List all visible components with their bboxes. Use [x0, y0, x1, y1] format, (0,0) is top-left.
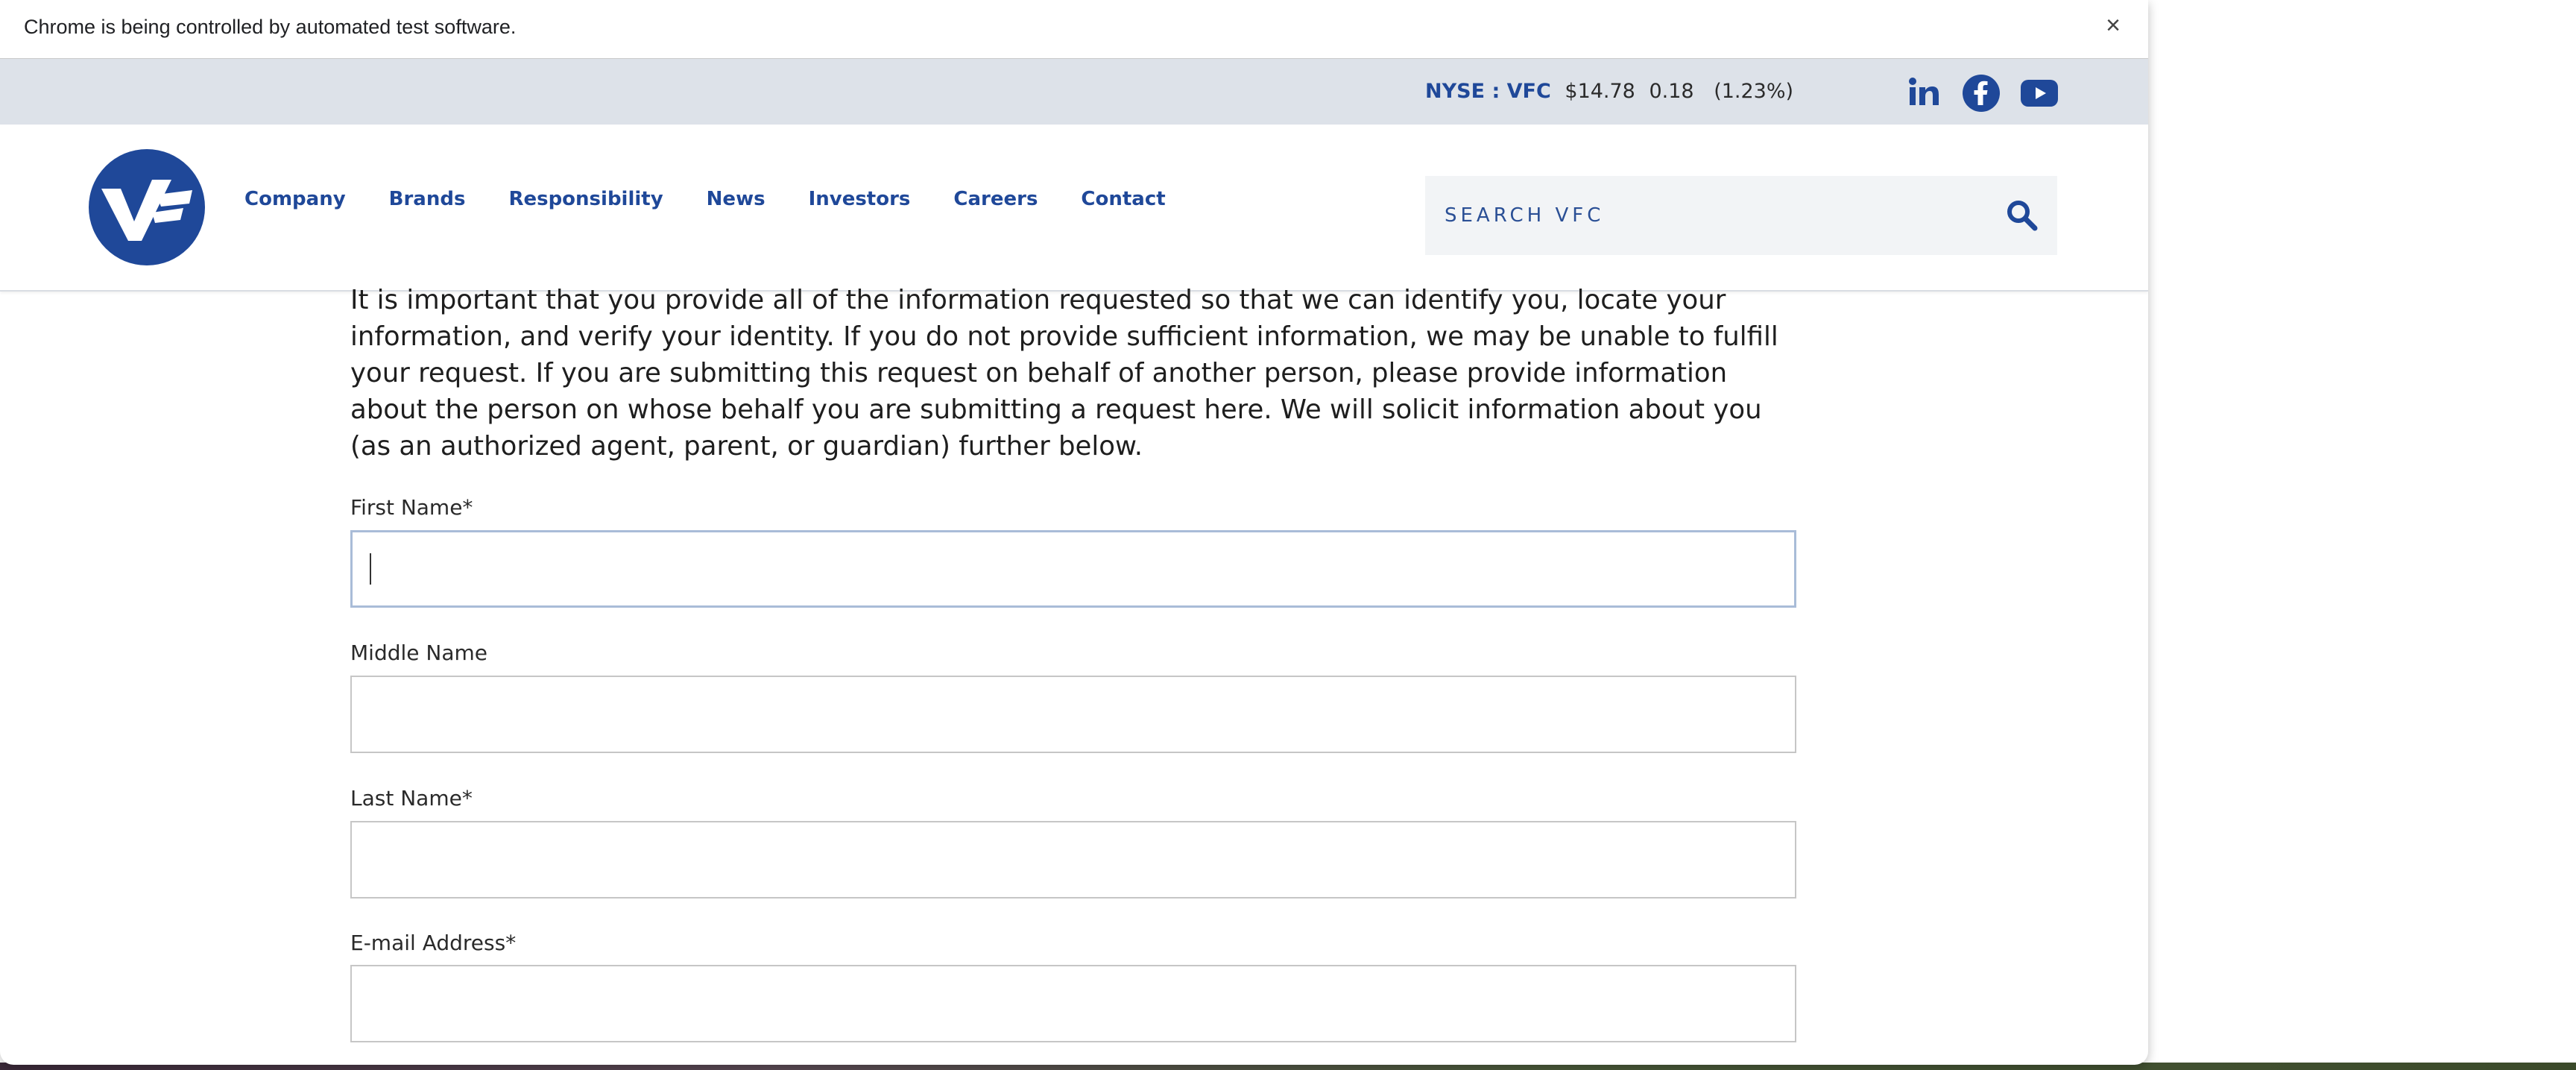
- search-icon[interactable]: [2005, 198, 2039, 233]
- first-name-label: First Name*: [350, 495, 473, 520]
- stock-symbol: NYSE : VFC: [1425, 80, 1551, 103]
- stock-change: 0.18: [1649, 80, 1694, 103]
- nav-item-contact[interactable]: Contact: [1081, 186, 1165, 213]
- last-name-label: Last Name*: [350, 786, 473, 811]
- nav-item-investors[interactable]: Investors: [809, 186, 911, 213]
- nav-item-brands[interactable]: Brands: [389, 186, 466, 213]
- stock-quote: NYSE : VFC $14.78 0.18 (1.23%): [1425, 78, 1793, 105]
- middle-name-label: Middle Name: [350, 641, 487, 665]
- linkedin-icon[interactable]: [1905, 74, 1944, 113]
- stock-bar: NYSE : VFC $14.78 0.18 (1.23%): [0, 59, 2148, 125]
- nav-item-responsibility[interactable]: Responsibility: [508, 186, 663, 213]
- first-name-field[interactable]: [350, 530, 1796, 608]
- automation-infobar: Chrome is being controlled by automated …: [0, 0, 2148, 59]
- nav-item-company[interactable]: Company: [244, 186, 346, 213]
- vf-logo[interactable]: [88, 148, 206, 266]
- intro-paragraph: It is important that you provide all of …: [350, 285, 1778, 462]
- last-name-field[interactable]: [350, 821, 1796, 899]
- nav-item-careers[interactable]: Careers: [953, 186, 1038, 213]
- email-field[interactable]: [350, 965, 1796, 1042]
- site-header: Company Brands Responsibility News Inves…: [0, 125, 2148, 292]
- email-label: E-mail Address*: [350, 931, 517, 955]
- search-box: [1425, 176, 2057, 255]
- middle-name-field[interactable]: [350, 676, 1796, 753]
- stock-percent: (1.23%): [1714, 80, 1794, 103]
- nav-item-news[interactable]: News: [707, 186, 765, 213]
- facebook-icon[interactable]: [1962, 74, 2001, 113]
- stock-price: $14.78: [1565, 80, 1635, 103]
- youtube-icon[interactable]: [2020, 74, 2059, 113]
- browser-window: Chrome is being controlled by automated …: [0, 0, 2148, 1065]
- infobar-message: Chrome is being controlled by automated …: [24, 16, 517, 38]
- close-icon[interactable]: ×: [2100, 10, 2126, 40]
- main-nav: Company Brands Responsibility News Inves…: [244, 186, 1209, 213]
- text-caret: [370, 553, 371, 585]
- search-input[interactable]: [1425, 176, 1966, 255]
- page-background-right: [2148, 0, 2576, 1063]
